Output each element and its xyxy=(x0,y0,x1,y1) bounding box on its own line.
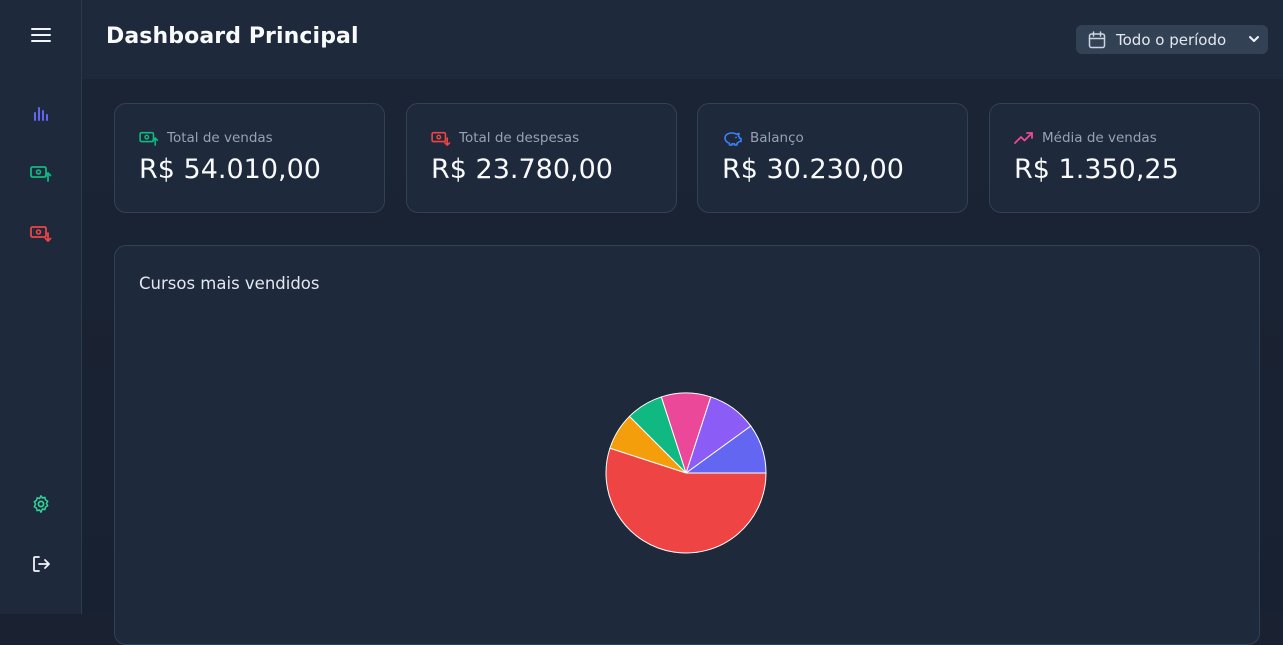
sidebar-item-expenses[interactable] xyxy=(23,215,59,251)
card-value: R$ 1.350,25 xyxy=(1014,154,1179,185)
card-label: Balanço xyxy=(750,130,804,146)
chart-panel-top-courses: Cursos mais vendidos xyxy=(114,245,1260,645)
chevron-down-icon xyxy=(1248,33,1260,45)
money-in-icon xyxy=(139,130,159,146)
card-value: R$ 30.230,00 xyxy=(722,154,904,185)
card-label: Total de vendas xyxy=(167,130,273,146)
calendar-icon xyxy=(1088,31,1106,49)
main-content: Total de vendas R$ 54.010,00 Total de de… xyxy=(82,79,1283,614)
card-label: Média de vendas xyxy=(1042,130,1157,146)
logout-icon xyxy=(31,554,51,574)
card-value: R$ 23.780,00 xyxy=(431,154,613,185)
pie-chart xyxy=(604,391,768,555)
money-out-icon xyxy=(30,224,52,242)
top-bar: Dashboard Principal Todo o período xyxy=(82,0,1283,79)
sidebar-item-settings[interactable] xyxy=(23,486,59,522)
card-total-expenses: Total de despesas R$ 23.780,00 xyxy=(406,103,677,213)
gear-icon xyxy=(31,494,51,514)
menu-icon xyxy=(31,27,51,43)
card-value: R$ 54.010,00 xyxy=(139,154,321,185)
card-average-sales: Média de vendas R$ 1.350,25 xyxy=(989,103,1260,213)
trending-up-icon xyxy=(1014,130,1034,146)
chart-title: Cursos mais vendidos xyxy=(139,274,320,293)
logout-button[interactable] xyxy=(23,546,59,582)
period-select-value: Todo o período xyxy=(1116,31,1226,49)
card-balance: Balanço R$ 30.230,00 xyxy=(697,103,968,213)
period-select[interactable]: Todo o período xyxy=(1076,25,1268,54)
sidebar-item-dashboard[interactable] xyxy=(23,95,59,131)
bar-chart-icon xyxy=(32,104,50,122)
card-total-sales: Total de vendas R$ 54.010,00 xyxy=(114,103,385,213)
sidebar xyxy=(0,0,82,614)
money-out-icon xyxy=(431,130,451,146)
card-label: Total de despesas xyxy=(459,130,579,146)
piggy-bank-icon xyxy=(722,130,742,146)
money-in-icon xyxy=(30,164,52,182)
menu-button[interactable] xyxy=(23,17,59,53)
page-title: Dashboard Principal xyxy=(106,24,359,49)
sidebar-item-sales[interactable] xyxy=(23,155,59,191)
